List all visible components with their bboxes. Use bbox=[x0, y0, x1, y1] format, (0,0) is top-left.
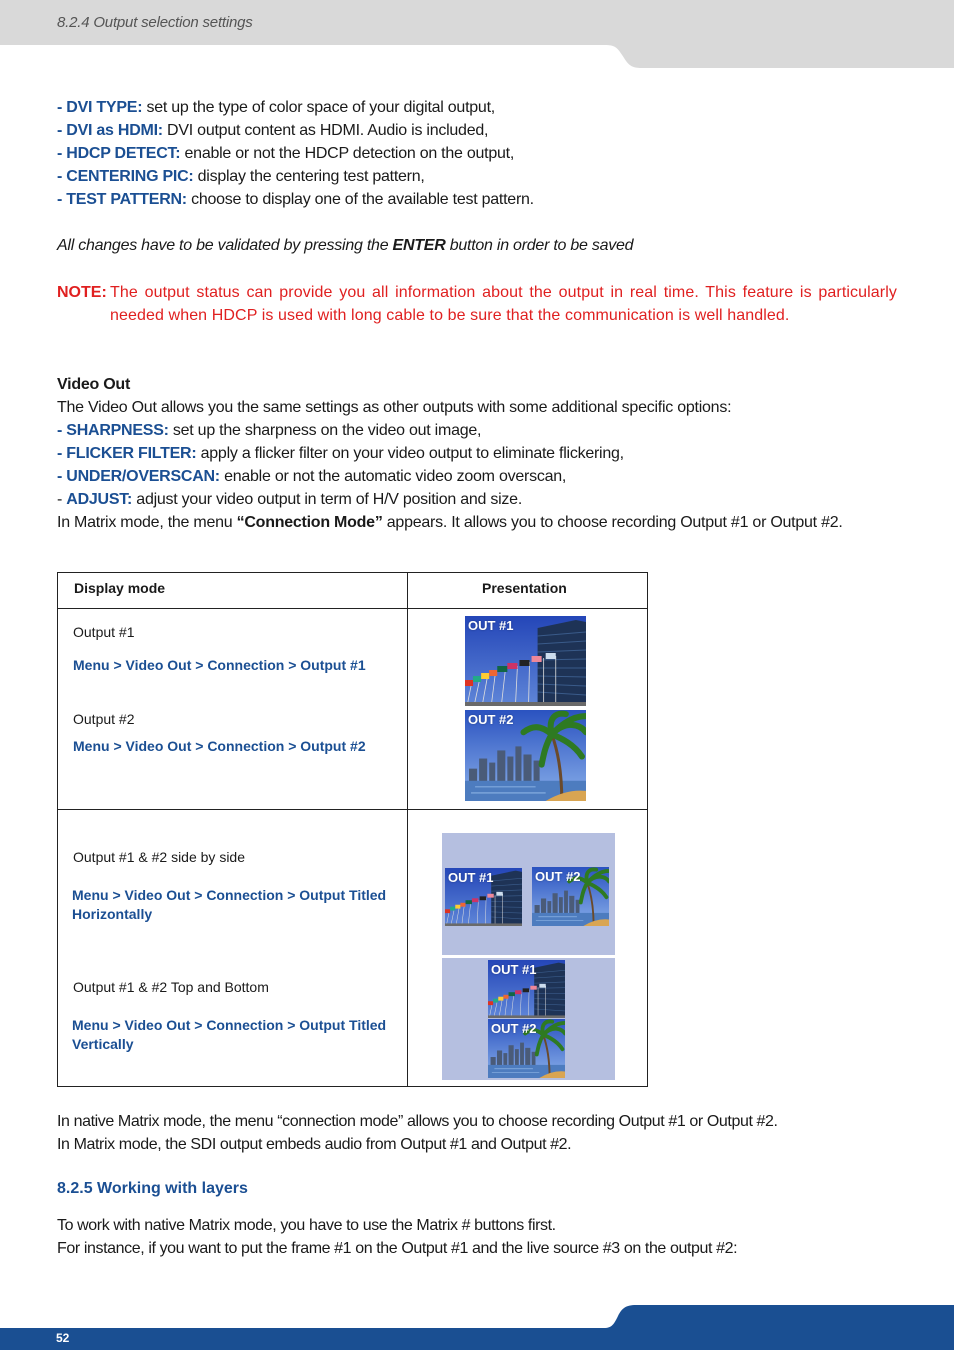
enter-key-label: ENTER bbox=[392, 237, 446, 254]
matrix-text: In Matrix mode, the menu bbox=[57, 514, 237, 531]
option-keyword: TEST PATTERN: bbox=[66, 191, 187, 208]
option-text: set up the sharpness on the video out im… bbox=[168, 422, 482, 439]
note-label: NOTE: bbox=[57, 284, 107, 301]
native-matrix-text: In native Matrix mode, the menu “connect… bbox=[57, 1113, 778, 1130]
video-out-title: Video Out bbox=[57, 376, 131, 393]
out1-label: OUT #1 bbox=[468, 618, 514, 633]
header-display-mode: Display mode bbox=[74, 580, 166, 596]
section-title-825: 8.2.5 Working with layers bbox=[57, 1180, 248, 1197]
out1-label: OUT #1 bbox=[448, 870, 494, 885]
footer-band bbox=[0, 1305, 954, 1350]
option-keyword: UNDER/OVERSCAN: bbox=[66, 468, 220, 485]
option-text: DVI output content as HDMI. Audio is inc… bbox=[162, 122, 489, 139]
option-text: adjust your video output in term of H/V … bbox=[132, 491, 523, 508]
section-825-line: To work with native Matrix mode, you hav… bbox=[57, 1217, 556, 1234]
dash: - bbox=[57, 99, 67, 116]
video-out-intro: The Video Out allows you the same settin… bbox=[57, 399, 732, 416]
option-item: - CENTERING PIC: display the centering t… bbox=[57, 165, 897, 188]
option-keyword: SHARPNESS: bbox=[66, 422, 169, 439]
option-text: display the centering test pattern, bbox=[193, 168, 425, 185]
note-box: NOTE: The output status can provide you … bbox=[57, 281, 897, 327]
option-item: - DVI as HDMI: DVI output content as HDM… bbox=[57, 119, 897, 142]
video-out-section: Video Out The Video Out allows you the s… bbox=[57, 373, 897, 534]
option-item: - TEST PATTERN: choose to display one of… bbox=[57, 188, 897, 211]
option-item: - HDCP DETECT: enable or not the HDCP de… bbox=[57, 142, 897, 165]
option-text: enable or not the HDCP detection on the … bbox=[180, 145, 515, 162]
dash: - bbox=[57, 191, 67, 208]
matrix-mode-paragraph: In Matrix mode, the menu “Connection Mod… bbox=[57, 511, 897, 534]
option-text: choose to display one of the available t… bbox=[186, 191, 534, 208]
out1-thumbnail: OUT #1 bbox=[445, 868, 522, 926]
out2-thumbnail: OUT #2 bbox=[488, 1019, 565, 1078]
header-section-title: 8.2.4 Output selection settings bbox=[57, 14, 253, 31]
dash: - bbox=[57, 122, 67, 139]
out2-label: OUT #2 bbox=[535, 869, 581, 884]
out1-thumbnail: OUT #1 bbox=[488, 960, 565, 1018]
row-mode-output2: Output #2 bbox=[73, 711, 135, 727]
option-keyword: HDCP DETECT: bbox=[66, 145, 181, 162]
header-band bbox=[0, 0, 954, 68]
top-bottom-preview: OUT #1 OUT #2 bbox=[442, 958, 615, 1080]
row-path-output1: Menu > Video Out > Connection > Output #… bbox=[73, 657, 366, 673]
option-text: enable or not the automatic video zoom o… bbox=[219, 468, 567, 485]
option-keyword: FLICKER FILTER: bbox=[66, 445, 197, 462]
sdi-audio-text: In Matrix mode, the SDI output embeds au… bbox=[57, 1136, 572, 1153]
row-path-vertical: Menu > Video Out > Connection > Output T… bbox=[72, 1017, 387, 1052]
header-presentation: Presentation bbox=[482, 580, 567, 596]
table-divider bbox=[407, 573, 408, 1086]
page-header: 8.2.4 Output selection settings bbox=[0, 0, 954, 68]
matrix-text: appears. It allows you to choose recordi… bbox=[382, 514, 843, 531]
out1-thumbnail: OUT #1 bbox=[465, 616, 586, 706]
display-mode-table: Display mode Presentation Output #1 Menu… bbox=[57, 572, 648, 1087]
option-item: - ADJUST: adjust your video output in te… bbox=[57, 488, 897, 511]
row-path-output2: Menu > Video Out > Connection > Output #… bbox=[73, 738, 366, 754]
connection-mode-label: “Connection Mode” bbox=[236, 514, 383, 531]
out1-label: OUT #1 bbox=[491, 962, 537, 977]
out2-thumbnail: OUT #2 bbox=[465, 710, 586, 801]
page-footer bbox=[0, 1300, 954, 1350]
page-number: 52 bbox=[56, 1331, 70, 1345]
option-keyword: CENTERING PIC: bbox=[66, 168, 194, 185]
option-item: - FLICKER FILTER: apply a flicker filter… bbox=[57, 442, 897, 465]
option-item: - DVI TYPE: set up the type of color spa… bbox=[57, 96, 897, 119]
validation-note: All changes have to be validated by pres… bbox=[57, 234, 897, 257]
dash: - bbox=[57, 145, 67, 162]
row-mode-top-bottom: Output #1 & #2 Top and Bottom bbox=[73, 979, 269, 995]
option-item: - UNDER/OVERSCAN: enable or not the auto… bbox=[57, 465, 897, 488]
section-825-line: For instance, if you want to put the fra… bbox=[57, 1240, 738, 1257]
option-keyword: DVI as HDMI: bbox=[66, 122, 163, 139]
row-path-horizontal: Menu > Video Out > Connection > Output T… bbox=[72, 887, 387, 922]
option-keyword: ADJUST: bbox=[66, 491, 133, 508]
option-item: - SHARPNESS: set up the sharpness on the… bbox=[57, 419, 897, 442]
row-mode-side-by-side: Output #1 & #2 side by side bbox=[73, 849, 245, 865]
dash: - bbox=[57, 445, 67, 462]
side-by-side-preview: OUT #1 OUT #2 bbox=[442, 833, 615, 955]
note-text: The output status can provide you all in… bbox=[110, 284, 897, 324]
option-text: apply a flicker filter on your video out… bbox=[196, 445, 624, 462]
out2-label: OUT #2 bbox=[491, 1021, 537, 1036]
option-keyword: DVI TYPE: bbox=[66, 99, 143, 116]
out2-label: OUT #2 bbox=[468, 712, 514, 727]
dash: - bbox=[57, 422, 67, 439]
dash: - bbox=[57, 168, 67, 185]
table-divider bbox=[58, 608, 647, 609]
option-text: set up the type of color space of your d… bbox=[142, 99, 495, 116]
dash: - bbox=[57, 491, 67, 508]
after-table-paragraph: In native Matrix mode, the menu “connect… bbox=[57, 1110, 897, 1156]
output-options-list: - DVI TYPE: set up the type of color spa… bbox=[57, 96, 897, 211]
section-825-body: To work with native Matrix mode, you hav… bbox=[57, 1214, 897, 1260]
out2-thumbnail: OUT #2 bbox=[532, 867, 609, 926]
validation-text: All changes have to be validated by pres… bbox=[57, 237, 393, 254]
dash: - bbox=[57, 468, 67, 485]
table-divider bbox=[58, 809, 647, 810]
validation-text: button in order to be saved bbox=[445, 237, 634, 254]
row-mode-output1: Output #1 bbox=[73, 624, 135, 640]
